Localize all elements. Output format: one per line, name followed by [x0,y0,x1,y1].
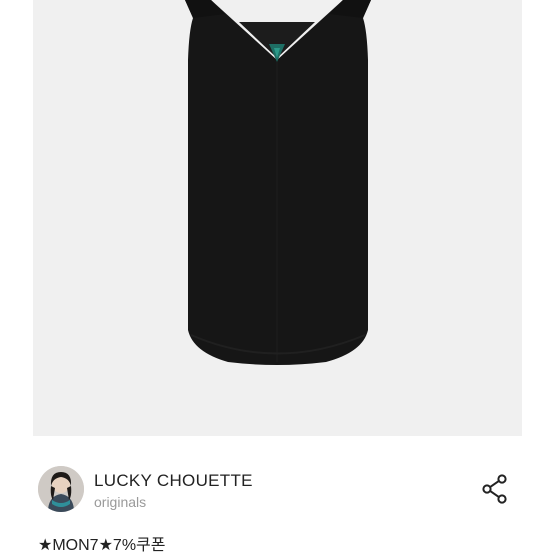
product-page: LUCKY CHOUETTE originals ★MON7★7%쿠폰 [0,0,555,555]
product-photo[interactable] [33,0,522,436]
share-icon [482,474,507,504]
avatar-icon [38,466,84,512]
share-button[interactable] [478,472,512,506]
seller-row[interactable]: LUCKY CHOUETTE originals [38,462,518,512]
product-title: ★MON7★7%쿠폰 [38,537,166,554]
seller-name[interactable]: LUCKY CHOUETTE [94,471,253,491]
dress-icon [33,0,522,436]
seller-subtitle: originals [94,494,147,510]
seller-avatar[interactable] [38,466,84,512]
